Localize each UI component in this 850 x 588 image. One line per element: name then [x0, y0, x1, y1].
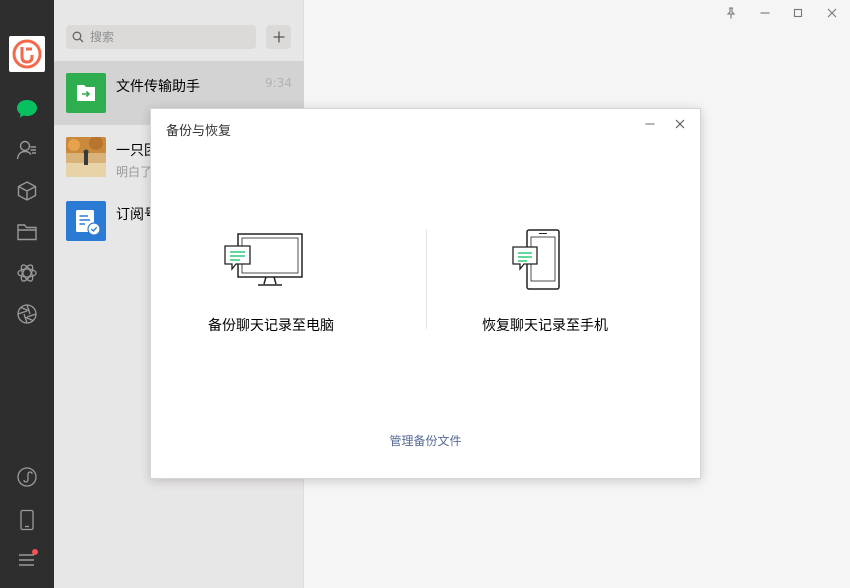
close-button[interactable]: [823, 4, 841, 22]
close-icon: [827, 8, 837, 18]
backup-restore-dialog: 备份与恢复 备份聊天记录至电脑 恢复聊天记录至手机 管理备份文件: [150, 108, 701, 479]
photo-thumbnail-icon: [66, 137, 106, 177]
restore-to-phone-option[interactable]: 恢复聊天记录至手机: [425, 224, 665, 334]
close-icon: [675, 119, 685, 129]
phone-restore-icon: [512, 229, 560, 290]
chat-name: 文件传输助手: [116, 79, 200, 95]
notification-dot-icon: [32, 549, 38, 555]
backup-to-pc-option[interactable]: 备份聊天记录至电脑: [151, 224, 391, 334]
file-transfer-icon: [77, 85, 95, 101]
add-button[interactable]: [266, 25, 291, 49]
restore-to-phone-label: 恢复聊天记录至手机: [482, 318, 608, 334]
file-transfer-avatar: [66, 73, 106, 113]
aperture-icon[interactable]: [15, 302, 39, 326]
minimize-icon: [645, 123, 655, 125]
pin-icon: [726, 7, 736, 19]
search-input[interactable]: [90, 30, 250, 44]
search-icon: [72, 31, 84, 43]
avatar-logo-icon: [12, 39, 42, 69]
maximize-button[interactable]: [789, 4, 807, 22]
menu-icon[interactable]: [15, 548, 39, 572]
moments-icon[interactable]: [15, 261, 39, 285]
chat-time: 9:34: [265, 76, 292, 90]
subscription-icon: [76, 210, 101, 236]
maximize-icon: [793, 8, 803, 18]
pin-button[interactable]: [722, 4, 740, 22]
dialog-minimize-button[interactable]: [640, 115, 660, 133]
manage-backup-files-link[interactable]: 管理备份文件: [151, 432, 700, 449]
subscriptions-avatar: [66, 201, 106, 241]
chat-preview: 明白了: [116, 165, 153, 179]
backup-to-pc-label: 备份聊天记录至电脑: [208, 318, 334, 334]
miniprogram-icon[interactable]: [15, 465, 39, 489]
dialog-title: 备份与恢复: [166, 124, 232, 139]
minimize-icon: [760, 12, 770, 14]
group-avatar: [66, 137, 106, 177]
search-box[interactable]: [66, 25, 256, 49]
computer-backup-icon: [224, 233, 303, 286]
minimize-button[interactable]: [756, 4, 774, 22]
navigation-rail: [0, 0, 54, 588]
files-icon[interactable]: [15, 220, 39, 244]
dialog-close-button[interactable]: [670, 115, 690, 133]
plus-icon: [273, 31, 284, 43]
chat-icon[interactable]: [15, 97, 39, 121]
user-avatar[interactable]: [9, 36, 45, 72]
favorites-icon[interactable]: [15, 179, 39, 203]
mobile-icon[interactable]: [15, 508, 39, 532]
contacts-icon[interactable]: [15, 138, 39, 162]
